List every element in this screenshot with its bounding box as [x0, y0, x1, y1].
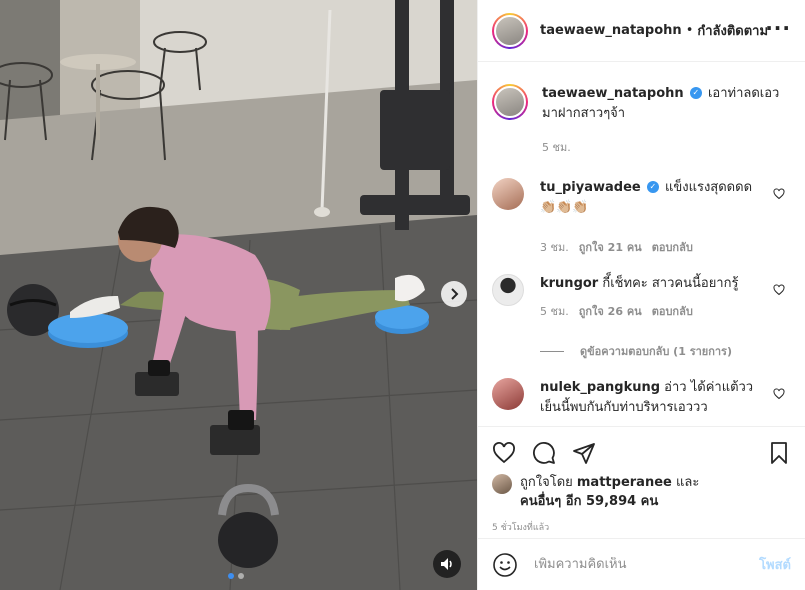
- comment-bubble-icon[interactable]: [532, 441, 556, 465]
- caption-username[interactable]: taewaew_natapohn: [542, 86, 684, 101]
- caption-timestamp: 5 ชม.: [542, 141, 571, 154]
- post-media[interactable]: [0, 0, 477, 590]
- comment-meta: 3 ชม. ถูกใจ 21 คน ตอบกลับ: [540, 238, 770, 256]
- caption-avatar[interactable]: [492, 84, 528, 120]
- commenter-username[interactable]: krungor: [540, 276, 598, 291]
- next-slide-button[interactable]: [441, 281, 467, 307]
- comment-time: 5 ชม.: [540, 305, 569, 318]
- comment-meta: 5 ชม. ถูกใจ 26 คน ตอบกลับ: [540, 302, 770, 320]
- author-username[interactable]: taewaew_natapohn: [540, 23, 682, 38]
- separator-dot: •: [685, 23, 694, 38]
- verified-badge-icon: ✓: [646, 180, 659, 193]
- author-avatar[interactable]: [492, 12, 528, 49]
- instagram-post-modal: taewaew_natapohn • กำลังติดตาม ··· taewa…: [0, 0, 805, 590]
- comment-body: krungor กี็เช็ทคะ สาวคนนี้อยากรู้ 5 ชม. …: [540, 274, 770, 320]
- post-side-panel: taewaew_natapohn • กำลังติดตาม ··· taewa…: [477, 0, 805, 590]
- comments-list[interactable]: taewaew_natapohn ✓ เอาท่าลดเอวมาฝากสาวๆจ…: [478, 62, 805, 426]
- post-timestamp: 5 ชั่วโมงที่แล้ว: [492, 523, 550, 533]
- share-paper-plane-icon[interactable]: [572, 441, 596, 465]
- caption-avatar-image: [494, 86, 526, 118]
- post-comment-button[interactable]: โพสต์: [759, 554, 791, 575]
- author-avatar-image: [494, 14, 526, 47]
- liked-by-others-link[interactable]: คนอื่นๆ อีก 59,894 คน: [520, 494, 658, 509]
- reply-button[interactable]: ตอบกลับ: [652, 302, 693, 320]
- more-horizontal-icon[interactable]: ···: [765, 16, 791, 40]
- comment-body: nulek_pangkung อ่าว ได้ค่าแต้ววเย็นนี้พบ…: [540, 378, 770, 418]
- verified-badge-icon: ✓: [689, 86, 702, 99]
- view-replies-label: ดูข้อความตอบกลับ (1 รายการ): [580, 345, 732, 358]
- bookmark-icon[interactable]: [767, 441, 791, 465]
- comment-like-heart-icon[interactable]: [773, 188, 785, 200]
- comment-like-heart-icon[interactable]: [773, 388, 785, 400]
- commenter-username[interactable]: nulek_pangkung: [540, 380, 660, 395]
- comment-item: krungor กี็เช็ทคะ สาวคนนี้อยากรู้ 5 ชม. …: [492, 274, 791, 320]
- comment-text: tu_piyawadee ✓ แข็งแรงสุดดดด 👏🏼👏🏼👏🏼: [540, 178, 770, 218]
- comment-item: tu_piyawadee ✓ แข็งแรงสุดดดด 👏🏼👏🏼👏🏼 3 ชม…: [492, 178, 791, 256]
- comment-text: krungor กี็เช็ทคะ สาวคนนี้อยากรู้: [540, 274, 770, 294]
- action-icons-row: [492, 427, 791, 479]
- caption-text: taewaew_natapohn ✓ เอาท่าลดเอวมาฝากสาวๆจ…: [542, 84, 782, 124]
- commenter-avatar[interactable]: [492, 178, 524, 210]
- view-replies-button[interactable]: ดูข้อความตอบกลับ (1 รายการ): [540, 342, 791, 360]
- comment-text: nulek_pangkung อ่าว ได้ค่าแต้ววเย็นนี้พบ…: [540, 378, 770, 418]
- video-frame: [0, 0, 477, 590]
- emoji-smiley-icon[interactable]: [492, 552, 518, 578]
- comment-input[interactable]: [534, 557, 760, 572]
- post-header: taewaew_natapohn • กำลังติดตาม ···: [478, 0, 805, 62]
- reply-button[interactable]: ตอบกลับ: [652, 238, 693, 256]
- caption-body: taewaew_natapohn ✓ เอาท่าลดเอวมาฝากสาวๆจ…: [542, 84, 782, 156]
- post-actions-section: ถูกใจโดย mattperanee และ คนอื่นๆ อีก 59,…: [478, 426, 805, 534]
- comment-item: nulek_pangkung อ่าว ได้ค่าแต้ววเย็นนี้พบ…: [492, 378, 791, 418]
- comment-time: 3 ชม.: [540, 241, 569, 254]
- replies-divider-line: [540, 350, 564, 352]
- sound-toggle-button[interactable]: [433, 550, 461, 578]
- commenter-avatar[interactable]: [492, 378, 524, 410]
- chevron-right-icon: [451, 288, 459, 300]
- comment-content: กี็เช็ทคะ สาวคนนี้อยากรู้: [602, 276, 739, 291]
- commenter-avatar[interactable]: [492, 274, 524, 306]
- add-comment-bar: โพสต์: [478, 538, 805, 590]
- speaker-icon: [441, 558, 452, 570]
- follow-status-button[interactable]: กำลังติดตาม: [697, 20, 768, 41]
- commenter-username[interactable]: tu_piyawadee: [540, 180, 641, 195]
- slide-dot-active: [228, 573, 234, 579]
- comment-like-heart-icon[interactable]: [773, 284, 785, 296]
- slide-indicator: [228, 573, 244, 579]
- comment-body: tu_piyawadee ✓ แข็งแรงสุดดดด 👏🏼👏🏼👏🏼 3 ชม…: [540, 178, 770, 256]
- comment-likes[interactable]: ถูกใจ 21 คน: [579, 238, 642, 256]
- like-heart-icon[interactable]: [492, 441, 516, 465]
- slide-dot: [238, 573, 244, 579]
- comment-likes[interactable]: ถูกใจ 26 คน: [579, 302, 642, 320]
- post-caption: taewaew_natapohn ✓ เอาท่าลดเอวมาฝากสาวๆจ…: [492, 84, 791, 156]
